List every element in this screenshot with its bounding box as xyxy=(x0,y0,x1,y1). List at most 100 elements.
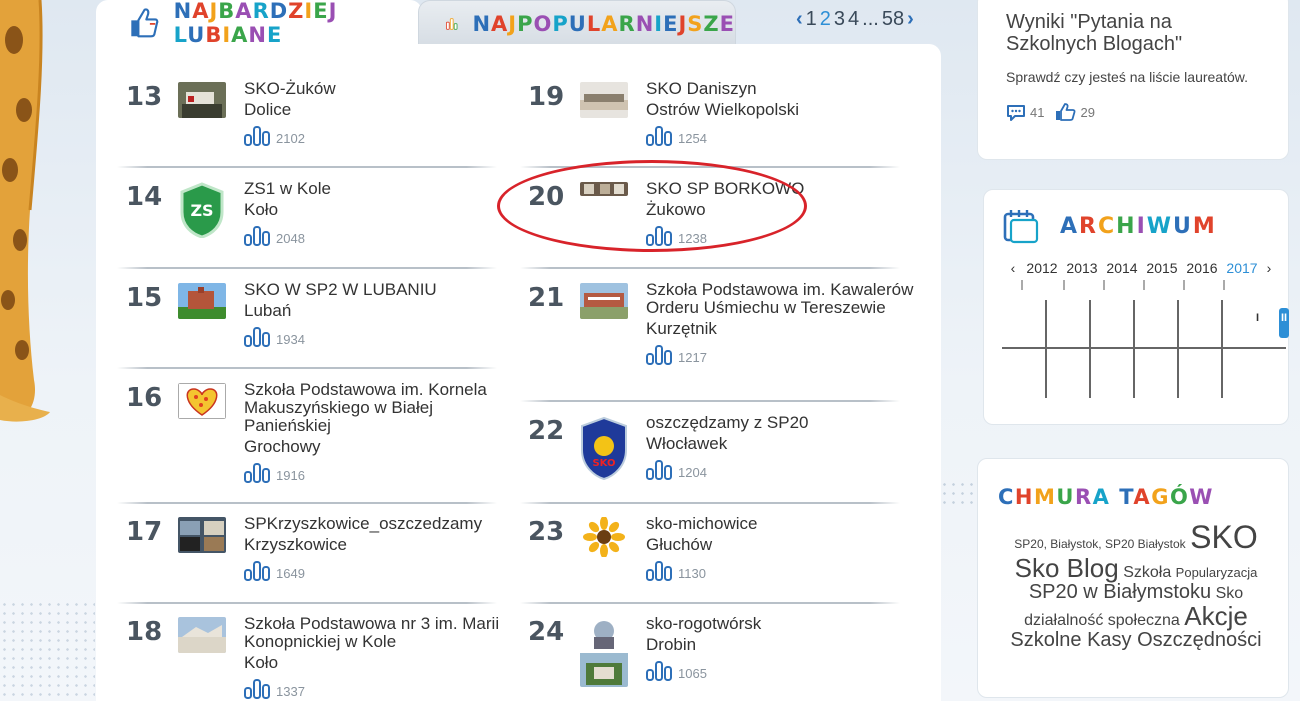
school-city: Głuchów xyxy=(646,535,713,554)
thumbs-up-icon xyxy=(131,8,159,38)
archive-year-active[interactable]: 2017 xyxy=(1222,260,1262,276)
tag-link[interactable]: SKO xyxy=(1190,519,1258,555)
school-name-link[interactable]: SKO SP BORKOWO xyxy=(646,180,916,198)
tag-link[interactable]: Popularyzacja xyxy=(1176,565,1258,580)
archive-year[interactable]: 2012 xyxy=(1022,260,1062,276)
views-bar-icon xyxy=(646,460,672,480)
school-name-link[interactable]: SKO-Żuków xyxy=(244,80,514,98)
rank-number: 13 xyxy=(126,82,163,112)
tag-link[interactable]: Akcje xyxy=(1184,601,1248,631)
tab-most-liked[interactable]: NAJBARDZIEJ LUBIANE xyxy=(96,0,422,47)
tab-most-popular[interactable]: NAJPOPULARNIEJSZE xyxy=(418,0,736,46)
pagination-next[interactable]: › xyxy=(907,8,914,31)
entry-info: SKO-Żuków Dolice 2102 xyxy=(244,80,514,146)
school-thumbnail[interactable] xyxy=(178,283,226,319)
school-name-link[interactable]: Szkoła Podstawowa im. Kornela Makuszyńsk… xyxy=(244,381,514,435)
pagination-page[interactable]: 4 xyxy=(848,8,859,31)
bar-chart-icon xyxy=(445,17,458,30)
entry-separator xyxy=(520,602,900,604)
entry-info: sko-rogotwórsk Drobin 1065 xyxy=(646,615,916,681)
views-stat: 1649 xyxy=(244,561,514,581)
views-bar-icon xyxy=(244,327,270,347)
school-city: Lubań xyxy=(244,301,292,320)
school-city: Dolice xyxy=(244,100,292,119)
entry-separator xyxy=(520,502,900,504)
tag-cloud-title-text: CHMURA TAGÓW xyxy=(998,485,1214,509)
archive-year[interactable]: 2015 xyxy=(1142,260,1182,276)
tab-most-liked-label: NAJBARDZIEJ LUBIANE xyxy=(173,0,338,47)
tag-link[interactable]: Szkolne Kasy Oszczędności xyxy=(1010,629,1261,651)
tag-link[interactable]: Szkoła xyxy=(1123,564,1171,581)
tag-link[interactable]: Sko xyxy=(1216,585,1244,602)
school-name-link[interactable]: sko-michowice xyxy=(646,515,916,533)
school-thumbnail[interactable] xyxy=(178,383,226,419)
archive-year[interactable]: 2013 xyxy=(1062,260,1102,276)
views-stat: 1916 xyxy=(244,463,514,483)
school-name-link[interactable]: ZS1 w Kole xyxy=(244,180,514,198)
views-bar-icon xyxy=(646,345,672,365)
school-thumbnail[interactable]: SKO xyxy=(580,416,628,480)
thumbs-up-icon xyxy=(1056,103,1076,121)
school-thumbnail[interactable] xyxy=(178,517,226,553)
school-name-link[interactable]: sko-rogotwórsk xyxy=(646,615,916,633)
archive-title-text: ARCHIWUM xyxy=(1060,214,1217,239)
pagination-page-last[interactable]: 58 xyxy=(882,8,904,31)
school-thumbnail[interactable] xyxy=(580,617,628,687)
tag-link[interactable]: SP20, Białystok, SP20 Białystok xyxy=(1014,537,1185,551)
school-name-link[interactable]: Szkoła Podstawowa im. Kawalerów Orderu U… xyxy=(646,281,916,317)
school-thumbnail[interactable] xyxy=(580,283,628,319)
school-name-link[interactable]: SKO W SP2 W LUBANIU xyxy=(244,281,514,299)
entry-info: Szkoła Podstawowa nr 3 im. Marii Konopni… xyxy=(244,615,514,699)
school-thumbnail[interactable]: ZS xyxy=(178,182,226,238)
views-bar-icon xyxy=(244,679,270,699)
views-count: 2102 xyxy=(276,131,305,146)
archive-prev[interactable]: ‹ xyxy=(1004,260,1022,276)
featured-post: Wyniki "Pytania na Szkolnych Blogach" Sp… xyxy=(977,0,1289,160)
archive-month-active[interactable]: II xyxy=(1279,308,1290,338)
school-name-link[interactable]: oszczędzamy z SP20 xyxy=(646,414,916,432)
school-thumbnail[interactable] xyxy=(178,82,226,118)
rank-number: 23 xyxy=(528,517,565,547)
archive-next[interactable]: › xyxy=(1262,260,1276,276)
rank-number: 16 xyxy=(126,383,163,413)
school-city: Grochowy xyxy=(244,437,321,456)
tag-link[interactable]: działalność społeczna xyxy=(1024,612,1180,629)
pagination-page[interactable]: 3 xyxy=(834,8,845,31)
views-stat: 2102 xyxy=(244,126,514,146)
views-bar-icon xyxy=(244,226,270,246)
school-city: Koło xyxy=(244,653,279,672)
comment-count: 41 xyxy=(1030,104,1045,120)
school-thumbnail[interactable] xyxy=(580,517,628,557)
entry-separator xyxy=(117,367,497,369)
school-thumbnail[interactable] xyxy=(580,182,628,196)
views-count: 1649 xyxy=(276,566,305,581)
views-count: 1934 xyxy=(276,332,305,347)
pagination-page-active[interactable]: 2 xyxy=(820,8,831,31)
entry-info: SKO Daniszyn Ostrów Wielkopolski 1254 xyxy=(646,80,916,146)
pagination-page[interactable]: 1 xyxy=(806,8,817,31)
school-thumbnail[interactable] xyxy=(178,617,226,653)
like-count: 29 xyxy=(1080,104,1095,120)
entry-separator xyxy=(520,267,900,269)
archive-month[interactable]: I xyxy=(1256,312,1259,324)
featured-title[interactable]: Wyniki "Pytania na Szkolnych Blogach" xyxy=(1006,11,1260,55)
tag-link[interactable]: Sko Blog xyxy=(1015,553,1119,583)
pagination-prev[interactable]: ‹ xyxy=(796,8,803,31)
school-name-link[interactable]: Szkoła Podstawowa nr 3 im. Marii Konopni… xyxy=(244,615,514,651)
decorative-dots xyxy=(940,480,976,510)
school-name-link[interactable]: SPKrzyszkowice_oszczedzamy xyxy=(244,515,514,533)
archive-years: ‹ 2012 2013 2014 2015 2016 2017 › xyxy=(1004,260,1276,276)
tag-cloud: SP20, Białystok, SP20 Białystok SKO Sko … xyxy=(992,519,1280,651)
tag-link[interactable]: SP20 w Białymstoku xyxy=(1029,581,1211,603)
school-name-link[interactable]: SKO Daniszyn xyxy=(646,80,916,98)
archive-year[interactable]: 2014 xyxy=(1102,260,1142,276)
school-city: Ostrów Wielkopolski xyxy=(646,100,800,119)
views-bar-icon xyxy=(646,561,672,581)
views-stat: 1217 xyxy=(646,345,916,365)
views-bar-icon xyxy=(244,561,270,581)
views-count: 1254 xyxy=(678,131,707,146)
archive-year[interactable]: 2016 xyxy=(1182,260,1222,276)
rank-number: 24 xyxy=(528,617,565,647)
school-thumbnail[interactable] xyxy=(580,82,628,118)
views-stat: 1337 xyxy=(244,679,514,699)
